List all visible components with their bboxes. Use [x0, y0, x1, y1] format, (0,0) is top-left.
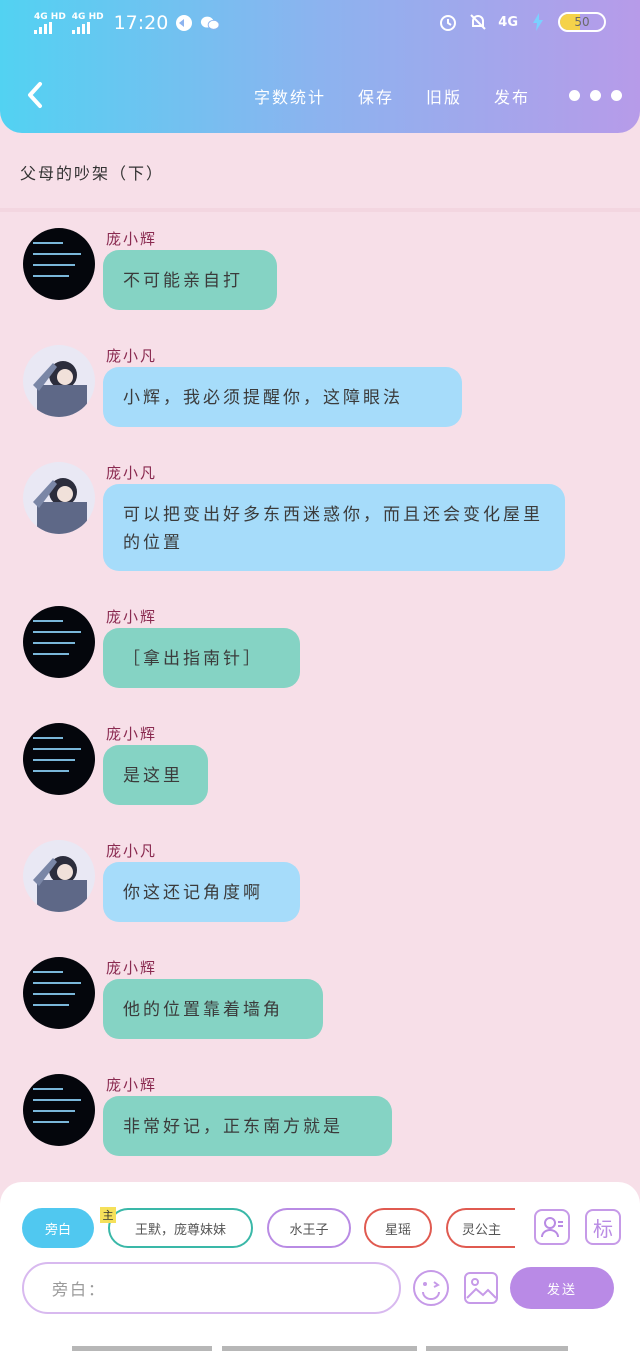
home-indicator: [426, 1346, 568, 1351]
more-dots-icon: [569, 90, 580, 101]
chevron-left-icon: [28, 82, 42, 108]
charging-icon: [528, 12, 548, 32]
sender-name: 庞小辉: [106, 230, 158, 248]
story-title: 父母的吵架（下）: [20, 164, 165, 183]
role-chip-narrator[interactable]: 旁白: [22, 1208, 94, 1248]
sender-name: 庞小辉: [106, 608, 158, 626]
message-bubble[interactable]: ［拿出指南针］: [103, 628, 300, 688]
image-icon: [464, 1272, 498, 1304]
divider: [0, 208, 640, 212]
avatar[interactable]: [23, 723, 95, 795]
mute-bell-icon: [468, 12, 488, 32]
send-button[interactable]: 发送: [510, 1267, 614, 1309]
role-chip-xingyao[interactable]: 星瑶: [364, 1208, 432, 1248]
top-nav: 字数统计 保存 旧版 发布: [0, 70, 640, 120]
old-version-button[interactable]: 旧版: [426, 84, 462, 108]
avatar[interactable]: [23, 462, 95, 534]
sender-name: 庞小辉: [106, 959, 158, 977]
avatar[interactable]: [23, 1074, 95, 1146]
sender-name: 庞小凡: [106, 842, 158, 860]
sender-name: 庞小凡: [106, 347, 158, 365]
message-bubble[interactable]: 非常好记，正东南方就是: [103, 1096, 392, 1156]
avatar[interactable]: [23, 228, 95, 300]
message-bubble[interactable]: 可以把变出好多东西迷惑你，而且还会变化屋里的位置: [103, 484, 565, 571]
back-button[interactable]: [20, 78, 50, 112]
signal-label: 4G HD: [71, 11, 104, 22]
message-bubble[interactable]: 小辉，我必须提醒你，这障眼法: [103, 367, 462, 427]
sender-name: 庞小辉: [106, 725, 158, 743]
composer-panel: 旁白 王默，庞尊妹妹 主 水王子 星瑶 灵公主 标 旁白： 发送: [0, 1182, 640, 1351]
message-bubble[interactable]: 他的位置靠着墙角: [103, 979, 323, 1039]
emoji-button[interactable]: [412, 1269, 450, 1307]
signal-indicator-2: 4G HD: [71, 11, 104, 34]
signal-label: 4G HD: [34, 11, 66, 22]
mark-button[interactable]: 标: [585, 1209, 621, 1245]
battery-indicator: 50: [558, 12, 606, 32]
sender-name: 庞小凡: [106, 464, 158, 482]
person-card-icon: [541, 1217, 563, 1238]
home-indicator: [222, 1346, 417, 1351]
save-button[interactable]: 保存: [358, 84, 394, 108]
message-bubble[interactable]: 你这还记角度啊: [103, 862, 300, 922]
word-count-button[interactable]: 字数统计: [254, 84, 326, 108]
publish-button[interactable]: 发布: [494, 84, 530, 108]
main-role-badge: 主: [100, 1207, 116, 1223]
character-profile-button[interactable]: [534, 1209, 570, 1245]
avatar[interactable]: [23, 957, 95, 1029]
status-bar: 4G HD 4G HD 17:20 4G 50: [0, 0, 640, 50]
clock: 17:20: [113, 12, 169, 34]
alarm-icon: [438, 12, 458, 32]
battery-level: 50: [574, 15, 590, 29]
role-chip-linggongzhu[interactable]: 灵公主: [446, 1208, 515, 1248]
role-chip-water-prince[interactable]: 水王子: [267, 1208, 351, 1248]
more-options-button[interactable]: [569, 90, 622, 101]
role-chip-wangmo[interactable]: 王默，庞尊妹妹: [108, 1208, 253, 1248]
app-header: 4G HD 4G HD 17:20 4G 50 字数统计 保存 旧版 发布: [0, 0, 640, 133]
image-button[interactable]: [462, 1269, 500, 1307]
sender-name: 庞小辉: [106, 1076, 158, 1094]
message-input[interactable]: 旁白：: [22, 1262, 401, 1314]
avatar[interactable]: [23, 345, 95, 417]
message-bubble[interactable]: 是这里: [103, 745, 208, 805]
browser-icon: [174, 13, 194, 33]
smile-icon: [413, 1270, 449, 1306]
network-indicator: 4G: [498, 14, 518, 30]
message-bubble[interactable]: 不可能亲自打: [103, 250, 277, 310]
home-indicator: [72, 1346, 212, 1351]
wechat-icon: [200, 13, 220, 33]
signal-indicator-1: 4G HD: [34, 11, 66, 34]
avatar[interactable]: [23, 606, 95, 678]
avatar[interactable]: [23, 840, 95, 912]
